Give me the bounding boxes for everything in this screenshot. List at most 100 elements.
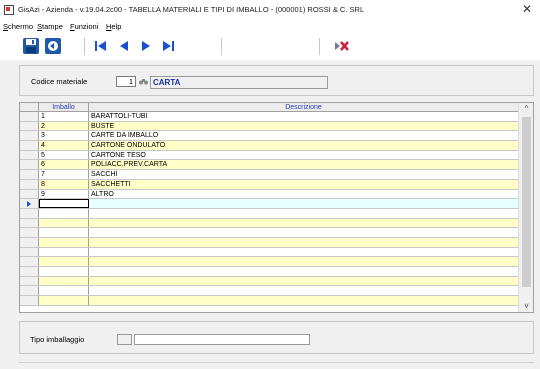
cell-imballo[interactable]: 2 (39, 121, 89, 131)
cell-imballo[interactable] (39, 257, 89, 266)
cell-imballo[interactable]: 1 (39, 112, 89, 121)
cell-imballo[interactable]: 9 (39, 189, 89, 199)
menu-stampe[interactable]: Stampe (37, 22, 63, 31)
table-row[interactable] (20, 218, 518, 229)
table-row[interactable]: 7 SACCHI (20, 170, 518, 180)
cell-descrizione[interactable]: CARTE DA IMBALLO (89, 131, 518, 140)
cell-descrizione[interactable] (89, 209, 518, 218)
table-row[interactable] (20, 208, 518, 219)
cell-imballo[interactable] (39, 276, 89, 286)
row-indicator[interactable] (20, 160, 39, 170)
scroll-down-icon[interactable]: v (519, 300, 533, 312)
row-indicator[interactable] (20, 170, 39, 179)
cell-imballo[interactable] (39, 267, 89, 276)
table-row[interactable] (20, 296, 518, 306)
row-indicator[interactable] (20, 218, 39, 228)
table-row[interactable]: 6 POLIACC.PREV.CARTA (20, 160, 518, 171)
row-indicator[interactable] (20, 228, 39, 237)
cell-descrizione[interactable] (89, 277, 518, 286)
cell-descrizione[interactable]: POLIACC.PREV.CARTA (89, 160, 518, 169)
tipo-imballaggio-description-field[interactable] (134, 334, 310, 345)
menu-schermo[interactable]: Schermo (3, 22, 33, 31)
row-indicator[interactable] (20, 179, 39, 189)
column-header-descrizione[interactable]: Descrizione (89, 103, 518, 112)
cell-descrizione[interactable]: BARATTOLI-TUBI (89, 112, 518, 121)
table-row[interactable] (20, 257, 518, 267)
cell-descrizione[interactable] (89, 228, 518, 237)
menu-funzioni[interactable]: Funzioni (70, 22, 98, 31)
first-record-button[interactable] (92, 37, 110, 55)
next-record-button[interactable] (137, 37, 155, 55)
cell-descrizione[interactable] (89, 199, 518, 208)
cell-descrizione[interactable] (89, 267, 518, 276)
cell-imballo[interactable] (39, 228, 89, 237)
cell-imballo[interactable] (39, 237, 89, 247)
row-indicator[interactable] (20, 237, 39, 247)
table-row[interactable]: 5 CARTONE TESO (20, 150, 518, 161)
row-indicator[interactable] (20, 296, 39, 305)
cell-imballo[interactable]: 8 (39, 179, 89, 189)
row-indicator[interactable] (20, 131, 39, 141)
cell-imballo[interactable] (39, 247, 89, 257)
cell-imballo[interactable]: 4 (39, 141, 89, 150)
row-indicator[interactable] (20, 267, 39, 276)
cell-descrizione[interactable] (89, 238, 518, 247)
scrollbar-thumb[interactable] (522, 117, 531, 287)
cell-imballo[interactable] (39, 218, 89, 228)
cell-descrizione[interactable]: SACCHI (89, 170, 518, 179)
row-indicator[interactable] (20, 199, 39, 208)
cell-imballo[interactable]: 7 (39, 170, 89, 179)
table-row[interactable]: 3 CARTE DA IMBALLO (20, 131, 518, 142)
cell-imballo[interactable]: 5 (39, 150, 89, 160)
column-header-imballo[interactable]: Imballo (39, 103, 89, 112)
scroll-up-icon[interactable]: ^ (519, 103, 533, 115)
cell-descrizione[interactable] (89, 248, 518, 257)
undo-button[interactable] (44, 37, 62, 55)
cell-descrizione[interactable]: CARTONE ONDULATO (89, 141, 518, 150)
vertical-scrollbar[interactable]: ^ v (518, 103, 533, 312)
table-row[interactable] (20, 247, 518, 258)
cell-descrizione[interactable] (89, 257, 518, 266)
cell-imballo[interactable]: 6 (39, 160, 89, 170)
table-row[interactable]: 9 ALTRO (20, 189, 518, 200)
row-indicator[interactable] (20, 257, 39, 266)
cell-descrizione[interactable] (89, 219, 518, 228)
cell-imballo[interactable] (39, 296, 89, 305)
cell-descrizione[interactable] (89, 286, 518, 295)
delete-record-button[interactable] (333, 37, 351, 55)
table-row[interactable]: 2 BUSTE (20, 121, 518, 132)
table-row[interactable] (20, 286, 518, 297)
last-record-button[interactable] (159, 37, 177, 55)
close-icon[interactable]: ✕ (522, 2, 532, 16)
cell-descrizione[interactable]: CARTONE TESO (89, 151, 518, 160)
cell-descrizione[interactable] (89, 296, 518, 305)
table-row[interactable]: 4 CARTONE ONDULATO (20, 141, 518, 151)
save-button[interactable] (22, 37, 40, 55)
row-indicator[interactable] (20, 247, 39, 257)
previous-record-button[interactable] (115, 37, 133, 55)
cell-imballo[interactable] (39, 208, 89, 218)
binoculars-icon[interactable] (139, 78, 148, 85)
row-indicator[interactable] (20, 141, 39, 150)
cell-descrizione[interactable]: SACCHETTI (89, 180, 518, 189)
table-row[interactable] (20, 276, 518, 287)
table-row[interactable] (20, 237, 518, 248)
row-indicator[interactable] (20, 208, 39, 218)
table-row[interactable] (20, 228, 518, 238)
cell-imballo[interactable] (39, 286, 89, 296)
cell-descrizione[interactable]: BUSTE (89, 122, 518, 131)
row-indicator[interactable] (20, 121, 39, 131)
row-indicator[interactable] (20, 112, 39, 121)
row-indicator[interactable] (20, 150, 39, 160)
row-indicator[interactable] (20, 276, 39, 286)
table-row[interactable] (20, 267, 518, 277)
cell-descrizione[interactable]: ALTRO (89, 190, 518, 199)
table-row[interactable]: 1 BARATTOLI-TUBI (20, 112, 518, 122)
table-row[interactable]: 8 SACCHETTI (20, 179, 518, 190)
table-row[interactable] (20, 199, 518, 209)
row-indicator[interactable] (20, 286, 39, 296)
cell-imballo[interactable] (39, 199, 89, 208)
tipo-imballaggio-code-field[interactable] (117, 334, 132, 345)
codice-materiale-field[interactable]: 1 (116, 76, 136, 87)
row-indicator[interactable] (20, 189, 39, 199)
